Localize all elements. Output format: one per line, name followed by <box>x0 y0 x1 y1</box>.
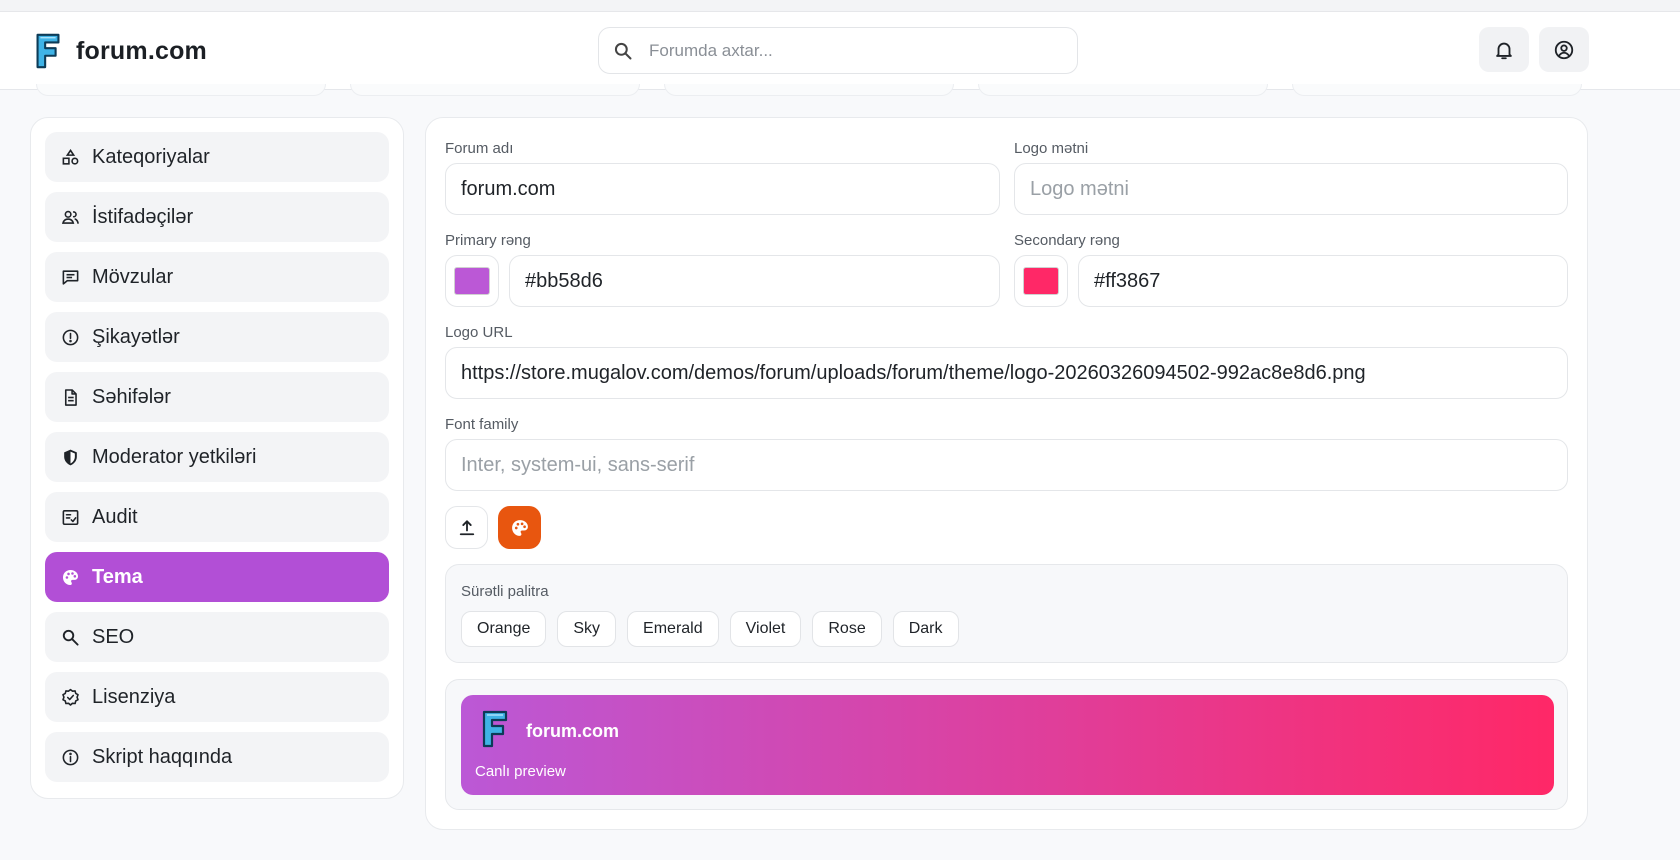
primary-color-input[interactable] <box>525 269 999 293</box>
audit-checklist-icon <box>60 507 80 527</box>
secondary-color-picker[interactable] <box>1014 255 1068 307</box>
file-text-icon <box>60 387 80 407</box>
admin-sidebar: Kateqoriyalar İstifadəçilər Mövzular Şik… <box>30 117 404 799</box>
sidebar-item-label: Tema <box>92 565 143 588</box>
font-family-label: Font family <box>445 416 519 433</box>
sidebar-item-label: Skript haqqında <box>92 745 233 768</box>
ghost-card <box>664 84 954 96</box>
palette-chip-violet[interactable]: Violet <box>729 611 802 647</box>
sidebar-item-tema[interactable]: Tema <box>45 552 389 602</box>
user-circle-icon <box>1554 40 1574 59</box>
sidebar-item-seo[interactable]: SEO <box>45 612 389 662</box>
shapes-icon <box>60 147 80 167</box>
preview-forum-name: forum.com <box>526 721 620 741</box>
sidebar-item-movzular[interactable]: Mövzular <box>45 252 389 302</box>
sidebar-item-skript-haqqinda[interactable]: Skript haqqında <box>45 732 389 782</box>
forum-name-label: Forum adı <box>445 140 514 157</box>
top-header: forum.com <box>0 12 1680 90</box>
primary-color-picker[interactable] <box>445 255 499 307</box>
secondary-color-swatch <box>1023 267 1059 295</box>
sidebar-item-label: SEO <box>92 625 135 648</box>
forum-logo-icon <box>36 33 60 69</box>
quick-palette: Sürətli palitra Orange Sky Emerald Viole… <box>445 564 1568 663</box>
upload-icon <box>459 519 474 535</box>
sidebar-item-lisenziya[interactable]: Lisenziya <box>45 672 389 722</box>
upload-logo-button[interactable] <box>445 506 488 549</box>
users-icon <box>60 207 80 227</box>
sidebar-item-label: İstifadəçilər <box>92 205 194 228</box>
palette-chip-rose[interactable]: Rose <box>812 611 882 647</box>
forum-name-field[interactable] <box>445 163 1000 215</box>
sidebar-item-audit[interactable]: Audit <box>45 492 389 542</box>
message-square-icon <box>60 267 80 287</box>
sidebar-item-istifadeciler[interactable]: İstifadəçilər <box>45 192 389 242</box>
theme-settings-panel: Forum adı Logo mətni Primary rəng Second… <box>425 117 1588 830</box>
sidebar-item-sehifeler[interactable]: Səhifələr <box>45 372 389 422</box>
logo-text-field[interactable] <box>1014 163 1568 215</box>
shield-icon <box>60 447 80 467</box>
palette-chip-dark[interactable]: Dark <box>892 611 959 647</box>
secondary-color-field[interactable] <box>1078 255 1568 307</box>
palette-icon <box>60 567 80 587</box>
primary-color-field[interactable] <box>509 255 1000 307</box>
preview-caption: Canlı preview <box>475 763 566 780</box>
secondary-color-input[interactable] <box>1094 269 1567 293</box>
sidebar-item-label: Kateqoriyalar <box>92 145 210 168</box>
palette-chips: Orange Sky Emerald Violet Rose Dark <box>461 611 959 647</box>
primary-color-swatch <box>454 267 490 295</box>
font-family-field[interactable] <box>445 439 1568 491</box>
sidebar-item-label: Audit <box>92 505 138 528</box>
logo-url-label: Logo URL <box>445 324 513 341</box>
forum-name-input[interactable] <box>461 177 999 201</box>
search-box[interactable] <box>598 27 1078 74</box>
sidebar-item-kateqoriyalar[interactable]: Kateqoriyalar <box>45 132 389 182</box>
notifications-button[interactable] <box>1479 27 1529 72</box>
palette-chip-emerald[interactable]: Emerald <box>627 611 719 647</box>
profile-button[interactable] <box>1539 27 1589 72</box>
sidebar-item-label: Səhifələr <box>92 385 171 408</box>
live-preview-banner: forum.com Canlı preview <box>461 695 1554 795</box>
palette-chip-sky[interactable]: Sky <box>557 611 617 647</box>
primary-color-label: Primary rəng <box>445 232 531 249</box>
secondary-color-label: Secondary rəng <box>1014 232 1120 249</box>
search-icon <box>614 42 632 59</box>
logo-url-input[interactable] <box>461 361 1567 385</box>
quick-palette-title: Sürətli palitra <box>461 583 549 600</box>
live-preview-section: forum.com Canlı preview <box>445 679 1568 810</box>
forum-logo-icon <box>482 710 508 748</box>
logo-text-input[interactable] <box>1030 177 1567 201</box>
palette-chip-orange[interactable]: Orange <box>461 611 547 647</box>
sidebar-item-moderator-yetkileri[interactable]: Moderator yetkiləri <box>45 432 389 482</box>
search-icon <box>60 627 80 647</box>
sidebar-item-label: Şikayətlər <box>92 325 180 348</box>
alert-circle-icon <box>60 327 80 347</box>
palette-icon <box>511 519 528 536</box>
ghost-card <box>1292 84 1582 96</box>
font-family-input[interactable] <box>461 453 1567 477</box>
sidebar-item-label: Mövzular <box>92 265 174 288</box>
brand[interactable]: forum.com <box>34 32 207 70</box>
brand-name: forum.com <box>76 36 207 65</box>
info-icon <box>60 747 80 767</box>
ghost-card <box>978 84 1268 96</box>
logo-url-field[interactable] <box>445 347 1568 399</box>
sidebar-item-label: Lisenziya <box>92 685 176 708</box>
logo-text-label: Logo mətni <box>1014 140 1089 157</box>
search-input[interactable] <box>649 40 1049 61</box>
apply-theme-button[interactable] <box>498 506 541 549</box>
badge-check-icon <box>60 687 80 707</box>
sidebar-item-sikayetler[interactable]: Şikayətlər <box>45 312 389 362</box>
ghost-card <box>36 84 326 96</box>
bell-icon <box>1496 42 1512 59</box>
sidebar-item-label: Moderator yetkiləri <box>92 445 257 468</box>
top-strip <box>0 0 1680 12</box>
ghost-card <box>350 84 640 96</box>
